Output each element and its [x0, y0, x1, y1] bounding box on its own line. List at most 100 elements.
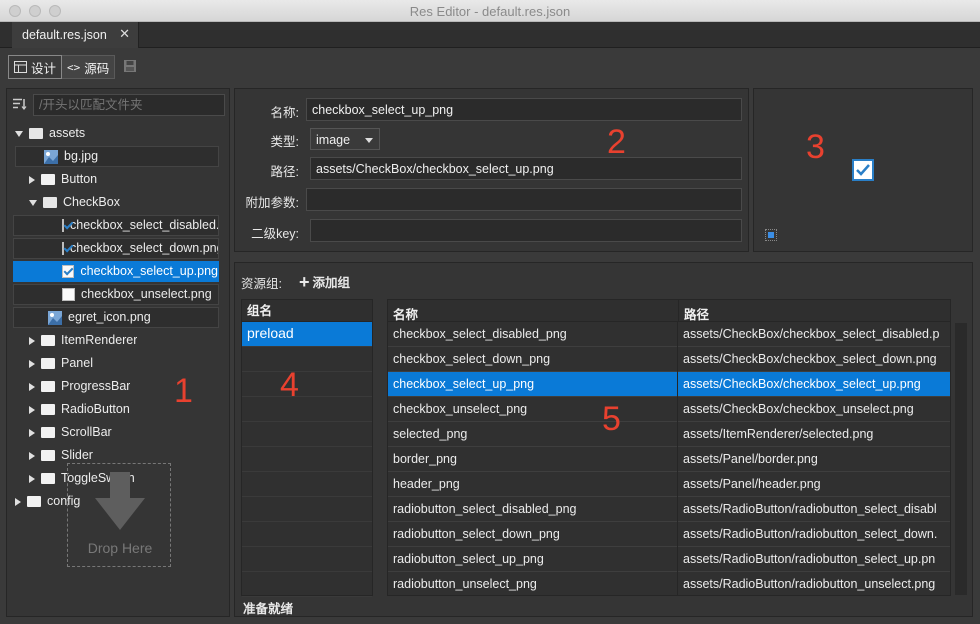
column-header-path[interactable]: 路径 — [684, 304, 709, 323]
resource-name-cell: border_png — [388, 447, 678, 472]
tree-item[interactable]: RadioButton — [29, 399, 130, 420]
folder-icon — [41, 174, 55, 185]
checkbox-checked-icon — [62, 265, 75, 278]
tree-item[interactable]: ProgressBar — [29, 376, 130, 397]
tree-item-label: RadioButton — [61, 402, 130, 416]
collapsed-arrow-icon[interactable] — [29, 175, 35, 184]
folder-icon — [41, 335, 55, 346]
collapsed-arrow-icon[interactable] — [29, 359, 35, 368]
type-select-value: image — [316, 133, 351, 147]
image-file-icon — [44, 149, 58, 164]
type-label: 类型: — [270, 135, 299, 149]
resource-name-cell: checkbox_select_down_png — [388, 347, 678, 372]
resource-row[interactable]: checkbox_unselect_png assets/CheckBox/che… — [388, 397, 950, 422]
save-button[interactable] — [123, 59, 137, 79]
annotation-2: 2 — [607, 123, 626, 161]
resource-row[interactable]: checkbox_select_down_png assets/CheckBox/… — [388, 347, 950, 372]
add-group-label: 添加组 — [312, 276, 351, 290]
name-field[interactable]: checkbox_select_up_png — [306, 98, 742, 121]
checkbox-unchecked-icon — [62, 288, 75, 301]
expanded-arrow-icon[interactable] — [29, 199, 37, 206]
tree-item[interactable]: checkbox_select_disabled.png — [13, 215, 219, 236]
annotation-4: 4 — [280, 366, 299, 404]
tab-default-res-json[interactable]: default.res.json ✕ — [12, 22, 139, 48]
resource-row[interactable]: checkbox_select_up_png assets/CheckBox/ch… — [388, 372, 950, 397]
resource-row[interactable]: header_png assets/Panel/header.png — [388, 472, 950, 497]
add-group-button[interactable]: + 添加组 — [299, 272, 350, 291]
collapsed-arrow-icon[interactable] — [29, 428, 35, 437]
subkey-field[interactable] — [310, 219, 742, 242]
tree-item[interactable]: ItemRenderer — [29, 330, 137, 351]
source-view-button[interactable]: <> 源码 — [62, 55, 116, 79]
annotation-3: 3 — [806, 128, 825, 166]
resource-path-cell: assets/CheckBox/checkbox_select_disabled… — [683, 327, 940, 341]
group-row[interactable]: preload — [242, 322, 372, 347]
folder-icon — [43, 197, 57, 208]
path-field[interactable]: assets/CheckBox/checkbox_select_up.png — [310, 157, 742, 180]
collapsed-arrow-icon[interactable] — [29, 474, 35, 483]
expanded-arrow-icon[interactable] — [15, 130, 23, 137]
collapsed-arrow-icon[interactable] — [29, 405, 35, 414]
tree-item-label: checkbox_unselect.png — [81, 287, 212, 301]
resource-name-cell: radiobutton_unselect_png — [388, 572, 678, 595]
tree-item[interactable]: checkbox_unselect.png — [13, 284, 219, 305]
drop-zone[interactable]: Drop Here — [67, 463, 171, 567]
tree-item-label: assets — [49, 126, 86, 140]
folder-icon — [29, 128, 43, 139]
design-view-label: 设计 — [31, 61, 57, 76]
group-row-empty — [242, 522, 372, 547]
resource-groups-title: 资源组: — [241, 277, 282, 291]
resource-row[interactable]: radiobutton_unselect_png assets/RadioButt… — [388, 572, 950, 595]
group-row-empty — [242, 497, 372, 522]
tree-item[interactable]: CheckBox — [29, 192, 120, 213]
annotation-1: 1 — [174, 372, 193, 410]
window-title: Res Editor - default.res.json — [409, 4, 571, 19]
resource-path-cell: assets/CheckBox/checkbox_select_down.png — [683, 352, 937, 366]
resource-name-cell: checkbox_unselect_png — [388, 397, 678, 422]
resource-path-cell: assets/RadioButton/radiobutton_select_do… — [683, 527, 938, 541]
resource-row[interactable]: radiobutton_select_disabled_png assets/Ra… — [388, 497, 950, 522]
group-row-empty — [242, 347, 372, 372]
collapsed-arrow-icon[interactable] — [29, 382, 35, 391]
tree-item[interactable]: Button — [29, 169, 97, 190]
tab-close-icon[interactable]: ✕ — [119, 26, 130, 42]
resource-path-cell: assets/RadioButton/radiobutton_unselect.… — [683, 577, 936, 591]
resource-row[interactable]: radiobutton_select_down_png assets/RadioB… — [388, 522, 950, 547]
tree-item[interactable]: assets — [15, 123, 85, 144]
folder-icon — [41, 427, 55, 438]
tree-item[interactable]: checkbox_select_down.png — [13, 238, 219, 259]
toolbar: 设计 <> 源码 — [8, 55, 137, 79]
group-row-empty — [242, 422, 372, 447]
collapsed-arrow-icon[interactable] — [15, 497, 21, 506]
column-header-name[interactable]: 名称 — [393, 304, 418, 323]
resource-row[interactable]: checkbox_select_disabled_png assets/Check… — [388, 322, 950, 347]
tree-item[interactable]: Panel — [29, 353, 93, 374]
extra-params-field[interactable] — [306, 188, 742, 211]
resource-row[interactable]: radiobutton_select_up_png assets/RadioBut… — [388, 547, 950, 572]
resource-path-cell: assets/Panel/header.png — [683, 477, 821, 491]
folder-icon — [41, 381, 55, 392]
resource-path-cell: assets/ItemRenderer/selected.png — [683, 427, 874, 441]
code-icon: <> — [67, 60, 81, 74]
collapsed-arrow-icon[interactable] — [29, 451, 35, 460]
tree-item[interactable]: ScrollBar — [29, 422, 112, 443]
filter-icon — [13, 98, 27, 113]
resource-path-cell: assets/RadioButton/radiobutton_select_di… — [683, 502, 937, 516]
tree-item[interactable]: bg.jpg — [15, 146, 219, 167]
resource-path-cell: assets/RadioButton/radiobutton_select_up… — [683, 552, 936, 566]
tree-item[interactable]: checkbox_select_up.png — [13, 261, 219, 282]
image-file-icon — [48, 310, 62, 325]
tree-item-label: checkbox_select_down.png — [70, 241, 219, 255]
resource-row[interactable]: selected_png assets/ItemRenderer/selected… — [388, 422, 950, 447]
resource-table-scrollbar[interactable] — [955, 323, 967, 595]
resource-row[interactable]: border_png assets/Panel/border.png — [388, 447, 950, 472]
layout-icon — [14, 61, 27, 73]
type-select[interactable]: image — [310, 128, 380, 150]
design-view-button[interactable]: 设计 — [8, 55, 63, 79]
file-filter-input[interactable] — [33, 94, 225, 116]
collapsed-arrow-icon[interactable] — [29, 336, 35, 345]
chevron-down-icon — [365, 138, 373, 143]
thumbnail-icon[interactable] — [765, 229, 777, 241]
tree-item[interactable]: egret_icon.png — [13, 307, 219, 328]
folder-icon — [41, 358, 55, 369]
